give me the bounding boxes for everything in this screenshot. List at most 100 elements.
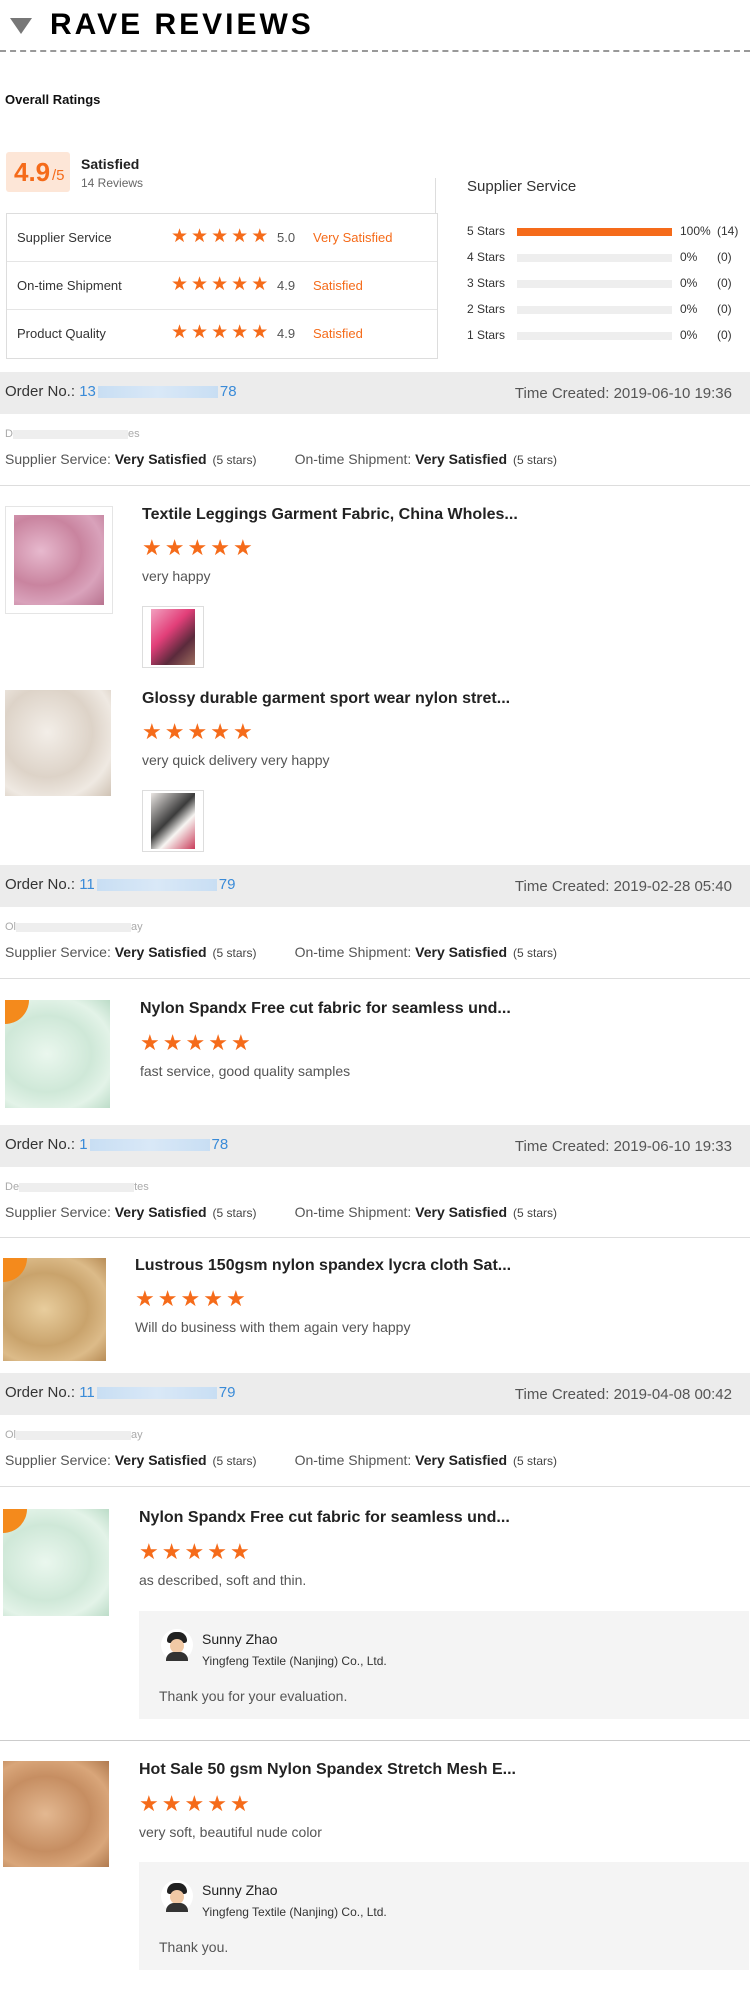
order-number-suffix: 78 <box>219 383 237 400</box>
time-created: Time Created: 2019-06-10 19:36 <box>515 385 732 402</box>
review-photo-image <box>151 793 195 849</box>
ontime-shipment-stars: (5 stars) <box>513 1454 558 1468</box>
order-header: Order No.: 11 79 Time Created: 2019-04-08 … <box>0 1373 750 1415</box>
triangle-down-icon[interactable] <box>10 18 32 34</box>
star-icon: ★ <box>139 1792 159 1817</box>
distribution-count: (14) <box>717 224 739 238</box>
buyer-name-start: Ol <box>5 921 16 933</box>
star-icon: ★ <box>135 1287 155 1312</box>
supplier-service-stars: (5 stars) <box>212 1454 257 1468</box>
rating-row-shipment: On-time Shipment ★ ★ ★ ★ ★ 4.9 Satisfied <box>7 262 437 310</box>
distribution-count: (0) <box>717 302 732 316</box>
star-icon: ★ <box>229 1540 250 1565</box>
ontime-shipment-label: On-time Shipment: <box>294 451 412 467</box>
star-icon: ★ <box>203 1287 223 1312</box>
distribution-row: 1 Stars 0% (0) <box>467 326 747 344</box>
order-number-label: Order No.: <box>5 383 76 400</box>
ontime-shipment-stars: (5 stars) <box>513 946 558 960</box>
buyer-name-end: tes <box>134 1181 149 1193</box>
section-header: RAVE REVIEWS <box>0 0 750 52</box>
reply-author-name: Sunny Zhao <box>202 1882 278 1898</box>
review-photo-image <box>151 609 195 665</box>
product-title-link[interactable]: Glossy durable garment sport wear nylon … <box>142 690 510 708</box>
product-thumbnail[interactable] <box>5 1000 110 1108</box>
star-icon: ★ <box>211 321 229 343</box>
buyer-name-end: es <box>127 428 140 440</box>
star-icon: ★ <box>171 321 189 343</box>
review-star-rating: ★ ★ ★ ★ ★ <box>139 1794 250 1816</box>
time-created-value: 2019-06-10 19:36 <box>613 385 732 402</box>
buyer-name-end: ay <box>131 921 143 933</box>
product-image <box>3 1761 109 1867</box>
divider <box>0 1740 750 1741</box>
review-photo[interactable] <box>142 790 204 852</box>
distribution-bar-fill <box>517 228 672 236</box>
divider <box>0 485 750 486</box>
star-icon: ★ <box>231 273 249 295</box>
star-icon: ★ <box>191 273 209 295</box>
order-number[interactable]: Order No.: 13 78 <box>5 383 237 400</box>
distribution-count: (0) <box>717 250 732 264</box>
distribution-count: (0) <box>717 276 732 290</box>
star-icon: ★ <box>211 225 229 247</box>
product-image <box>5 690 111 796</box>
supplier-service-label: Supplier Service: <box>5 944 111 960</box>
buyer-name: Ol ay <box>5 921 143 933</box>
divider <box>0 1237 750 1238</box>
distribution-label: 1 Stars <box>467 328 506 342</box>
star-icon: ★ <box>157 1287 178 1312</box>
product-title-link[interactable]: Lustrous 150gsm nylon spandex lycra clot… <box>135 1257 511 1275</box>
buyer-name-masked <box>19 1182 135 1192</box>
time-created-label: Time Created: <box>514 878 610 895</box>
reply-company: Yingfeng Textile (Nanjing) Co., Ltd. <box>202 1654 387 1668</box>
order-number[interactable]: Order No.: 11 79 <box>5 1384 235 1401</box>
rating-value: 4.9 <box>277 278 296 293</box>
order-number-label: Order No.: <box>5 1384 76 1401</box>
distribution-bar <box>517 228 672 236</box>
rating-text: Satisfied <box>313 326 363 341</box>
overall-score: 4.9 <box>14 157 51 187</box>
order-number[interactable]: Order No.: 1 78 <box>5 1136 228 1153</box>
rating-name: Product Quality <box>17 326 106 341</box>
order-number-prefix: 11 <box>79 876 95 893</box>
divider <box>435 178 436 213</box>
product-title-link[interactable]: Hot Sale 50 gsm Nylon Spandex Stretch Me… <box>139 1761 516 1779</box>
supplier-service-label: Supplier Service: <box>5 451 111 467</box>
review-star-rating: ★ ★ ★ ★ ★ <box>139 1542 250 1564</box>
buyer-name: Ol ay <box>5 1429 143 1441</box>
product-title-link[interactable]: Textile Leggings Garment Fabric, China W… <box>142 506 518 524</box>
distribution-percent: 0% <box>680 302 698 316</box>
supplier-service-rating: Very Satisfied <box>114 944 207 960</box>
reply-company: Yingfeng Textile (Nanjing) Co., Ltd. <box>202 1905 387 1919</box>
buyer-name-end: ay <box>131 1429 143 1441</box>
star-icon: ★ <box>139 1540 159 1565</box>
product-title-link[interactable]: Nylon Spandx Free cut fabric for seamles… <box>140 1000 511 1018</box>
time-created-value: 2019-06-10 19:33 <box>613 1138 732 1155</box>
time-created-value: 2019-02-28 05:40 <box>613 878 732 895</box>
product-thumbnail[interactable] <box>3 1761 109 1867</box>
distribution-label: 2 Stars <box>467 302 506 316</box>
supplier-reply: Sunny Zhao Yingfeng Textile (Nanjing) Co.… <box>139 1611 749 1719</box>
avatar-icon <box>161 1629 193 1661</box>
supplier-service-rating: Very Satisfied <box>114 1452 207 1468</box>
star-icon: ★ <box>207 1540 227 1565</box>
product-thumbnail[interactable] <box>3 1258 106 1361</box>
review-photo[interactable] <box>142 606 204 668</box>
overall-summary: Satisfied <box>81 156 140 172</box>
order-service-ratings: Supplier Service: Very Satisfied (5 stars… <box>5 1452 557 1468</box>
product-title-link[interactable]: Nylon Spandx Free cut fabric for seamles… <box>139 1509 510 1527</box>
time-created-label: Time Created: <box>514 385 610 402</box>
distribution-title: Supplier Service <box>467 178 577 195</box>
star-icon: ★ <box>171 273 189 295</box>
reply-message: Thank you for your evaluation. <box>159 1688 348 1704</box>
ontime-shipment-rating: Very Satisfied <box>415 1204 507 1220</box>
product-thumbnail[interactable] <box>3 1509 109 1616</box>
ontime-shipment-label: On-time Shipment: <box>294 1204 412 1220</box>
product-thumbnail[interactable] <box>5 506 113 614</box>
star-icon: ★ <box>164 720 185 745</box>
product-thumbnail[interactable] <box>5 690 111 796</box>
star-icon: ★ <box>164 536 185 561</box>
order-number[interactable]: Order No.: 11 79 <box>5 876 235 893</box>
buyer-name-start: De <box>5 1181 20 1193</box>
avatar-icon <box>161 1880 193 1912</box>
